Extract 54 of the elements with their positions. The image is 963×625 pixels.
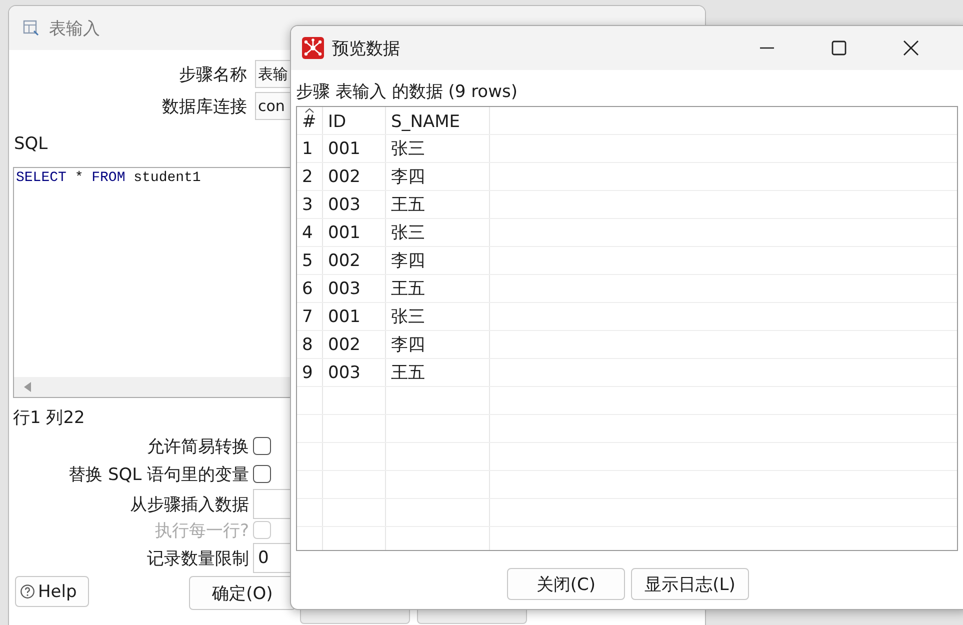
table-cell: 003 bbox=[328, 279, 360, 299]
row-number: 1 bbox=[302, 139, 313, 159]
table-cell: 003 bbox=[328, 195, 360, 215]
table-cell: 张三 bbox=[391, 139, 425, 159]
column-header[interactable]: S_NAME bbox=[391, 112, 460, 132]
help-icon bbox=[20, 584, 35, 599]
window-title: 表输入 bbox=[49, 18, 100, 40]
row-number: 7 bbox=[302, 307, 313, 327]
help-button[interactable]: Help bbox=[15, 576, 89, 607]
table-cell: 001 bbox=[328, 139, 360, 159]
table-cell: 李四 bbox=[391, 251, 425, 271]
table-cell: 王五 bbox=[391, 363, 425, 383]
close-icon[interactable] bbox=[903, 40, 919, 56]
row-number: 3 bbox=[302, 195, 313, 215]
table-cell: 003 bbox=[328, 363, 360, 383]
table-cell: 李四 bbox=[391, 167, 425, 187]
option-label: 记录数量限制 bbox=[146, 548, 249, 570]
row-number: 9 bbox=[302, 363, 313, 383]
checkbox[interactable] bbox=[253, 437, 271, 455]
table-cell: 张三 bbox=[391, 223, 425, 243]
option-label: 从步骤插入数据 bbox=[129, 494, 249, 516]
table-cell: 001 bbox=[328, 223, 360, 243]
show-log-button[interactable]: 显示日志(L) bbox=[631, 568, 749, 600]
column-header[interactable]: # bbox=[302, 112, 316, 132]
table-cell: 王五 bbox=[391, 279, 425, 299]
table-cell: 王五 bbox=[391, 195, 425, 215]
row-number: 6 bbox=[302, 279, 313, 299]
data-caption: 步骤 表输入 的数据 (9 rows) bbox=[296, 82, 518, 102]
table-cell: 002 bbox=[328, 167, 360, 187]
option-label: 执行每一行? bbox=[154, 520, 249, 542]
maximize-icon[interactable] bbox=[831, 40, 847, 56]
table-cell: 002 bbox=[328, 335, 360, 355]
sort-icon bbox=[305, 108, 314, 113]
row-number: 4 bbox=[302, 223, 313, 243]
row-number: 8 bbox=[302, 335, 313, 355]
table-cell: 张三 bbox=[391, 307, 425, 327]
column-header[interactable]: ID bbox=[328, 112, 346, 132]
table-cell: 002 bbox=[328, 251, 360, 271]
checkbox[interactable] bbox=[253, 465, 271, 483]
table-icon bbox=[23, 20, 39, 36]
cursor-position: 行1 列22 bbox=[13, 408, 85, 428]
field-label: 步骤名称 bbox=[178, 64, 248, 86]
ok-button[interactable]: 确定(O) bbox=[189, 576, 296, 610]
option-label: 允许简易转换 bbox=[146, 436, 249, 458]
app-icon bbox=[302, 37, 324, 59]
table-cell: 001 bbox=[328, 307, 360, 327]
table-cell: 李四 bbox=[391, 335, 425, 355]
row-number: 5 bbox=[302, 251, 313, 271]
row-number: 2 bbox=[302, 167, 313, 187]
sql-label: SQL bbox=[14, 134, 48, 154]
window-title: 预览数据 bbox=[332, 38, 400, 60]
option-label: 替换 SQL 语句里的变量 bbox=[68, 464, 249, 486]
field-label: 数据库连接 bbox=[161, 96, 248, 118]
close-button[interactable]: 关闭(C) bbox=[507, 568, 625, 600]
